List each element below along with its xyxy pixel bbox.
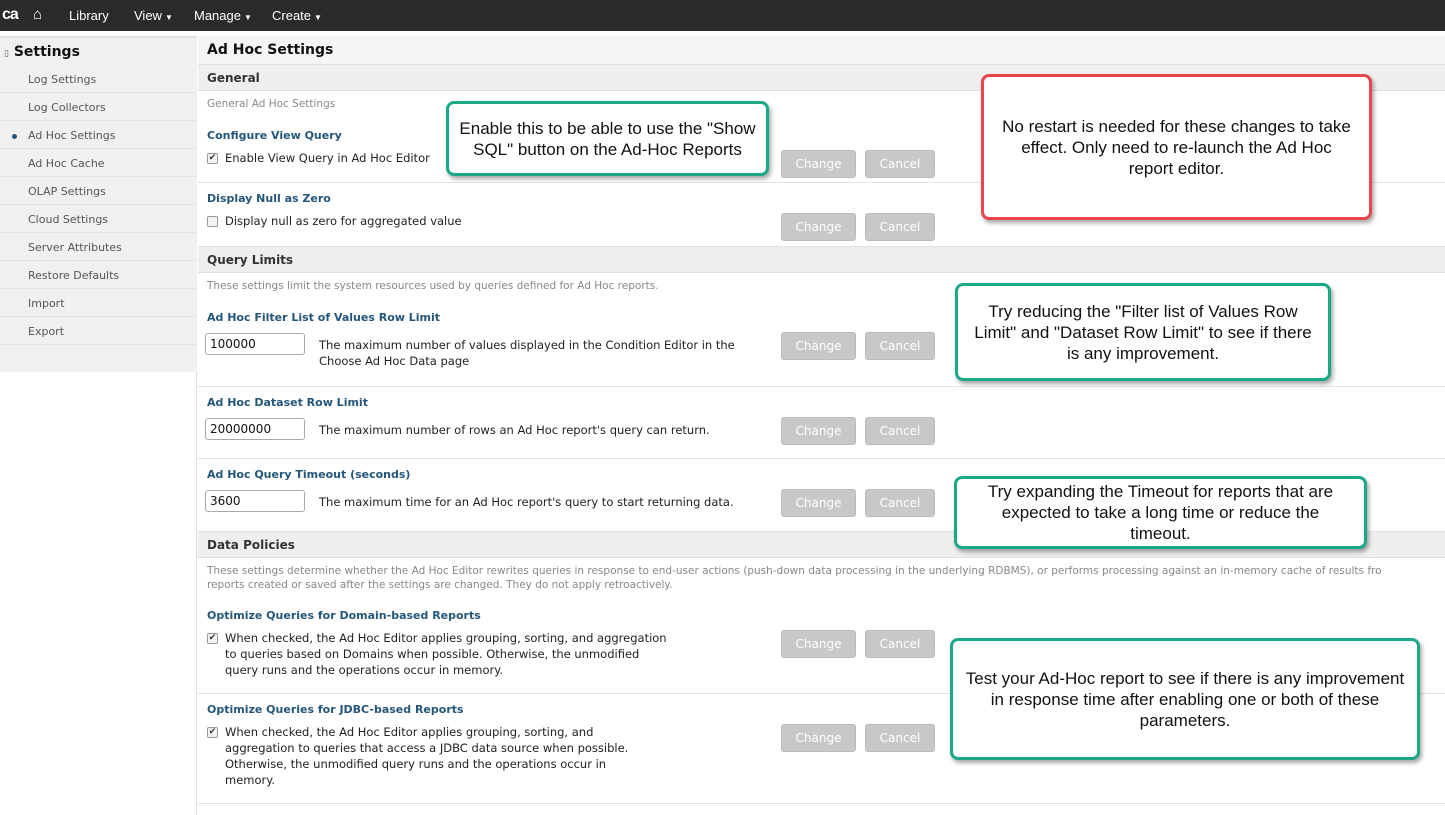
query-timeout-input[interactable] [205, 490, 305, 512]
section-query-limits-header: Query Limits [198, 246, 1445, 273]
filter-limit-label: Ad Hoc Filter List of Values Row Limit [207, 311, 441, 324]
sidebar-item-ad-hoc-cache[interactable]: Ad Hoc Cache [0, 150, 197, 177]
chevron-down-icon: ▼ [243, 13, 252, 22]
divider [198, 803, 1445, 804]
sidebar-title[interactable]: ▯ Settings [4, 44, 80, 60]
change-button[interactable]: Change [781, 213, 856, 241]
settings-sidebar: ▯ Settings Log Settings Log Collectors A… [0, 36, 197, 372]
sidebar-item-restore-defaults[interactable]: Restore Defaults [0, 262, 197, 289]
cancel-button[interactable]: Cancel [865, 630, 935, 658]
nav-view-label: View [134, 8, 162, 23]
sidebar-item-cloud-settings[interactable]: Cloud Settings [0, 206, 197, 233]
display-null-checkbox[interactable] [207, 216, 218, 227]
optimize-jdbc-checkbox[interactable]: ✔ [207, 727, 218, 738]
change-button[interactable]: Change [781, 332, 856, 360]
change-button[interactable]: Change [781, 630, 856, 658]
sidebar-item-server-attributes[interactable]: Server Attributes [0, 234, 197, 261]
sidebar-empty [0, 372, 197, 815]
callout-show-sql: Enable this to be able to use the "Show … [446, 101, 769, 176]
filter-limit-input[interactable] [205, 333, 305, 355]
home-icon[interactable]: ⌂ [33, 6, 42, 23]
sidebar-item-import[interactable]: Import [0, 290, 197, 317]
display-null-label: Display Null as Zero [207, 192, 331, 205]
page-title: Ad Hoc Settings [198, 36, 1445, 64]
nav-create-label: Create [272, 8, 312, 23]
chevron-down-icon: ▼ [314, 13, 322, 22]
sidebar-item-export[interactable]: Export [0, 318, 197, 345]
optimize-domain-text: When checked, the Ad Hoc Editor applies … [225, 631, 667, 677]
callout-no-restart: No restart is needed for these changes t… [981, 74, 1372, 220]
change-button[interactable]: Change [781, 724, 856, 752]
query-timeout-text: The maximum time for an Ad Hoc report's … [319, 495, 734, 509]
cancel-button[interactable]: Cancel [865, 724, 935, 752]
collapse-icon[interactable]: ▯ [4, 49, 9, 59]
nav-view[interactable]: View ▼ [134, 8, 173, 23]
sidebar-item-log-collectors[interactable]: Log Collectors [0, 94, 197, 121]
cancel-button[interactable]: Cancel [865, 332, 935, 360]
callout-query-limits: Try reducing the "Filter list of Values … [955, 283, 1331, 381]
dataset-limit-label: Ad Hoc Dataset Row Limit [207, 396, 368, 409]
cancel-button[interactable]: Cancel [865, 489, 935, 517]
optimize-domain-label: Optimize Queries for Domain-based Report… [207, 609, 481, 622]
optimize-domain-checkbox[interactable]: ✔ [207, 633, 218, 644]
top-nav-bar: ca ⌂ Library View ▼ Manage ▼ Create ▼ [0, 0, 1445, 31]
display-null-text: Display null as zero for aggregated valu… [225, 214, 462, 228]
cancel-button[interactable]: Cancel [865, 417, 935, 445]
data-policies-desc-2: reports created or saved after the setti… [207, 579, 673, 591]
cancel-button[interactable]: Cancel [865, 150, 935, 178]
change-button[interactable]: Change [781, 489, 856, 517]
sidebar-title-text: Settings [13, 44, 80, 60]
nav-manage-label: Manage [194, 8, 241, 23]
divider [198, 386, 1445, 387]
ca-logo[interactable]: ca [2, 6, 19, 24]
enable-view-query-checkbox[interactable]: ✔ [207, 153, 218, 164]
divider [198, 458, 1445, 459]
configure-view-query-label: Configure View Query [207, 129, 342, 142]
dataset-limit-input[interactable] [205, 418, 305, 440]
optimize-jdbc-label: Optimize Queries for JDBC-based Reports [207, 703, 464, 716]
sidebar-item-log-settings[interactable]: Log Settings [0, 66, 197, 93]
cancel-button[interactable]: Cancel [865, 213, 935, 241]
sidebar-item-ad-hoc-settings[interactable]: Ad Hoc Settings [0, 122, 197, 149]
callout-timeout: Try expanding the Timeout for reports th… [954, 476, 1367, 549]
nav-library[interactable]: Library [69, 8, 109, 23]
callout-test-report: Test your Ad-Hoc report to see if there … [950, 638, 1420, 760]
query-limits-desc: These settings limit the system resource… [207, 280, 659, 292]
optimize-jdbc-text: When checked, the Ad Hoc Editor applies … [225, 725, 629, 787]
enable-view-query-text: Enable View Query in Ad Hoc Editor [225, 151, 430, 165]
nav-manage[interactable]: Manage ▼ [194, 8, 252, 23]
general-desc: General Ad Hoc Settings [207, 98, 336, 110]
change-button[interactable]: Change [781, 150, 856, 178]
change-button[interactable]: Change [781, 417, 856, 445]
sidebar-item-olap-settings[interactable]: OLAP Settings [0, 178, 197, 205]
query-timeout-label: Ad Hoc Query Timeout (seconds) [207, 468, 411, 481]
filter-limit-text: The maximum number of values displayed i… [319, 338, 735, 368]
dataset-limit-text: The maximum number of rows an Ad Hoc rep… [319, 423, 710, 437]
chevron-down-icon: ▼ [164, 13, 173, 22]
nav-create[interactable]: Create ▼ [272, 8, 322, 23]
data-policies-desc-1: These settings determine whether the Ad … [207, 565, 1382, 577]
